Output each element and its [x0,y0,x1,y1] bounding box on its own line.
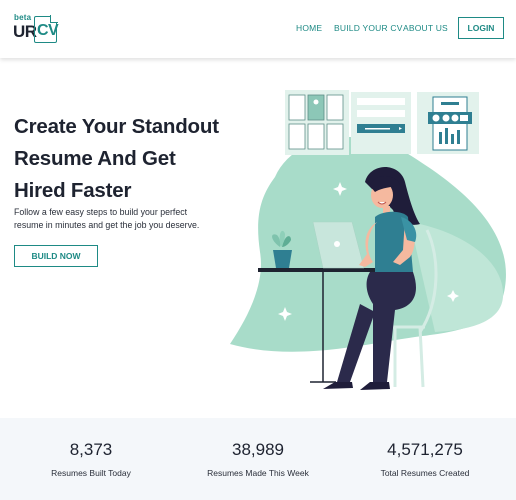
stat-today: 8,373 Resumes Built Today [11,440,171,478]
form-card [351,92,411,154]
nav-build-cv-link[interactable]: BUILD YOUR CV [334,23,403,33]
stat-label: Resumes Made This Week [207,468,309,478]
stat-label: Resumes Built Today [51,468,131,478]
stat-label: Total Resumes Created [380,468,470,478]
logo-beta-label: beta [14,13,32,22]
desk-top [258,268,390,272]
build-now-button[interactable]: BUILD NOW [14,245,98,267]
resume-templates-card [285,90,349,155]
nav-about-link[interactable]: ABOUT US [403,23,448,33]
stat-value: 4,571,275 [387,440,463,459]
top-navbar: beta UR CV HOME BUILD YOUR CV ABOUT US L… [0,0,516,58]
hero-illustration [230,90,506,390]
hero-title: Create Your Standout Resume And Get Hire… [14,115,219,202]
urcv-logo[interactable]: beta UR CV [12,13,62,45]
stat-value: 38,989 [232,440,284,459]
nav-home-link[interactable]: HOME [296,23,322,33]
stat-value: 8,373 [69,440,113,459]
stat-week: 38,989 Resumes Made This Week [178,440,338,478]
hero-subtitle: Follow a few easy steps to build your pe… [14,207,200,230]
stat-total: 4,571,275 Total Resumes Created [345,440,505,478]
logo-cv-text: CV [37,22,59,39]
share-resume-card [417,92,479,154]
login-button[interactable]: LOGIN [458,17,504,39]
stats-section: 8,373 Resumes Built Today 38,989 Resumes… [0,418,516,500]
